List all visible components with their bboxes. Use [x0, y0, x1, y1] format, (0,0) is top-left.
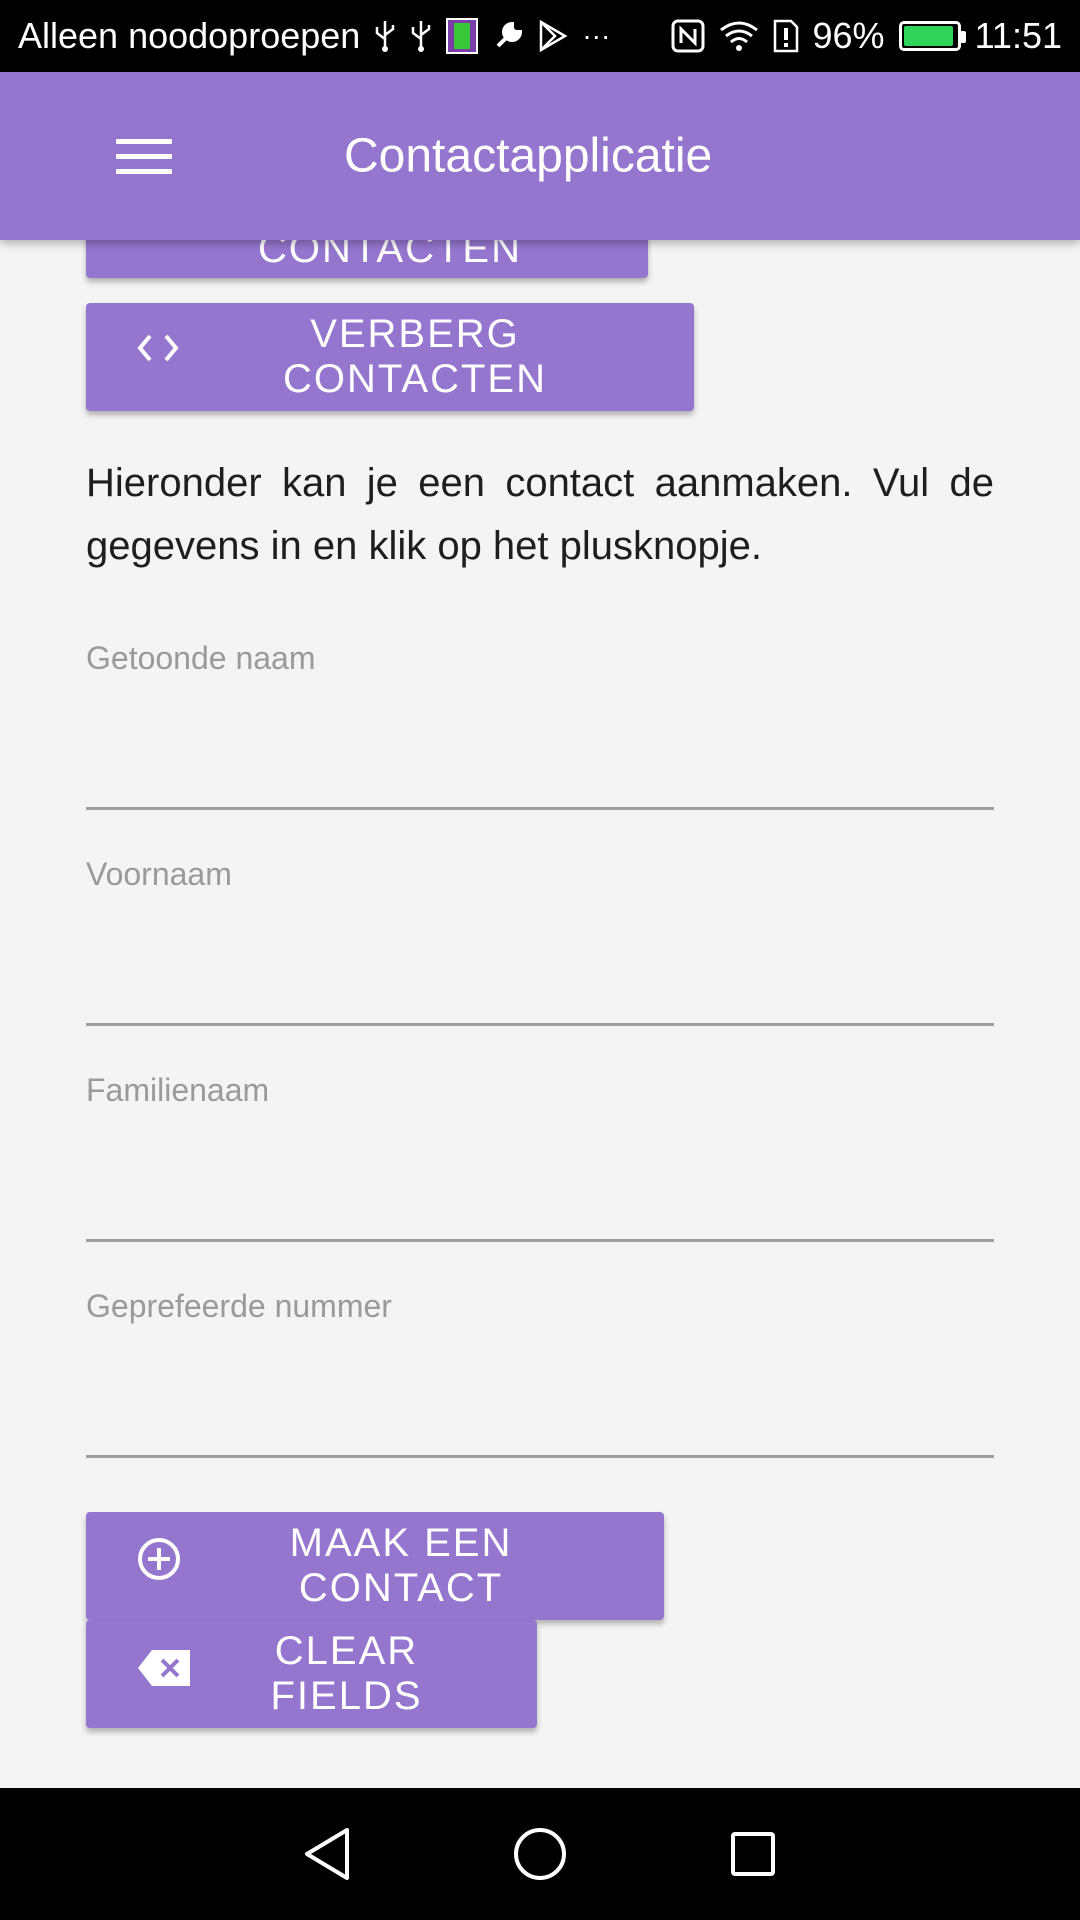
recents-icon[interactable]	[713, 1814, 793, 1894]
app-title: Contactapplicatie	[344, 129, 713, 183]
preferred-number-field: Geprefeerde nummer	[86, 1288, 994, 1458]
bekijk-contacten-label: BEKIJK CONTACTEN	[258, 240, 522, 271]
app-bar: Contactapplicatie	[0, 72, 1080, 240]
verberg-contacten-button[interactable]: VERBERG CONTACTEN	[86, 303, 694, 411]
app-notification-icon	[446, 18, 479, 54]
main-content[interactable]: BEKIJK CONTACTEN VERBERG CONTACTEN Hiero…	[0, 240, 1080, 1788]
back-icon[interactable]	[287, 1814, 367, 1894]
wrench-icon	[492, 20, 524, 52]
bekijk-contacten-button[interactable]: BEKIJK CONTACTEN	[86, 240, 648, 278]
home-icon[interactable]	[500, 1814, 580, 1894]
first-name-label: Voornaam	[86, 856, 232, 892]
navigation-bar	[0, 1788, 1080, 1920]
last-name-field: Familienaam	[86, 1072, 994, 1242]
maak-contact-label: MAAK EEN CONTACT	[289, 1521, 513, 1610]
verberg-contacten-label: VERBERG CONTACTEN	[283, 312, 547, 401]
usb-icon	[374, 19, 396, 53]
last-name-input[interactable]	[86, 1142, 994, 1242]
battery-percent: 96%	[812, 15, 885, 56]
status-bar: Alleen noodoproepen ··· 96% 11:51	[0, 0, 1080, 72]
play-store-icon	[538, 20, 568, 52]
first-name-field: Voornaam	[86, 856, 994, 1026]
nfc-icon	[671, 19, 705, 53]
clear-fields-label: CLEAR FIELDS	[270, 1629, 423, 1718]
backspace-icon	[136, 1648, 192, 1688]
wifi-icon	[719, 20, 759, 52]
last-name-label: Familienaam	[86, 1072, 270, 1108]
battery-fill	[903, 26, 954, 46]
first-name-input[interactable]	[86, 926, 994, 1026]
clear-fields-button[interactable]: CLEAR FIELDS	[86, 1620, 537, 1728]
overflow-dots: ···	[582, 20, 611, 51]
battery-icon	[898, 21, 966, 51]
status-right: 96% 11:51	[671, 15, 1062, 57]
add-circle-icon	[136, 1536, 182, 1582]
display-name-label: Getoonde naam	[86, 640, 316, 676]
maak-contact-button[interactable]: MAAK EEN CONTACT	[86, 1512, 664, 1620]
status-left: Alleen noodoproepen ···	[18, 15, 610, 57]
menu-icon[interactable]	[100, 112, 188, 200]
code-icon	[136, 330, 180, 366]
list-icon	[136, 240, 176, 247]
sim-alert-icon	[773, 19, 799, 53]
carrier-text: Alleen noodoproepen	[18, 15, 361, 56]
preferred-number-label: Geprefeerde nummer	[86, 1288, 392, 1324]
intro-text: Hieronder kan je een contact aanmaken. V…	[86, 461, 994, 568]
preferred-number-input[interactable]	[86, 1358, 994, 1458]
usb-debug-icon	[410, 19, 432, 53]
clock: 11:51	[974, 15, 1062, 56]
display-name-input[interactable]	[86, 710, 994, 810]
display-name-field: Getoonde naam	[86, 640, 994, 810]
